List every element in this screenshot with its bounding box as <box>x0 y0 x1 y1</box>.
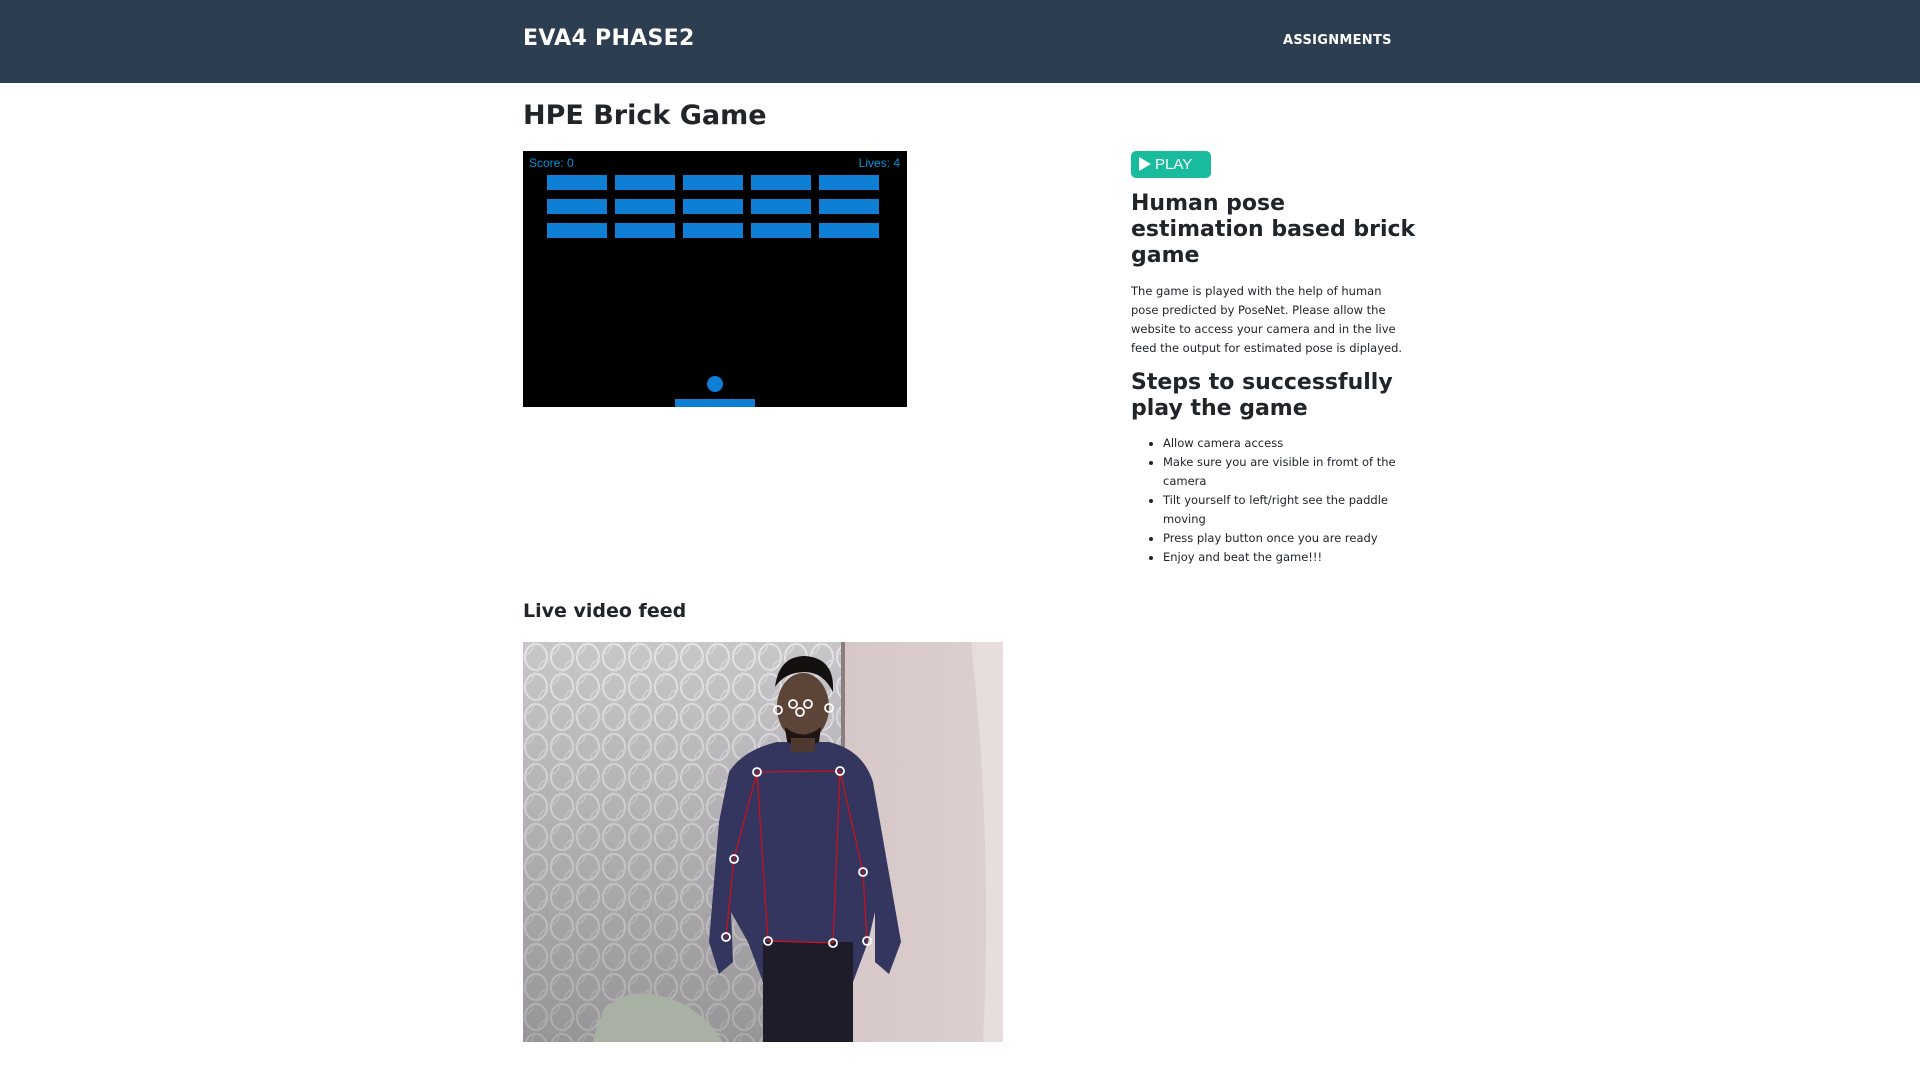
game-brick <box>615 175 675 190</box>
game-brick <box>683 175 743 190</box>
game-brick <box>547 223 607 238</box>
list-item: Press play button once you are ready <box>1163 529 1433 548</box>
steps-list: Allow camera access Make sure you are vi… <box>1131 434 1433 567</box>
play-button-label: PLAY <box>1155 156 1193 173</box>
list-item: Tilt yourself to left/right see the padd… <box>1163 491 1433 529</box>
live-video-feed <box>523 642 1003 1042</box>
game-canvas[interactable]: Score: 0 Lives: 4 <box>523 151 907 407</box>
brand-link[interactable]: EVA4 PHASE2 <box>523 26 695 51</box>
list-item: Enjoy and beat the game!!! <box>1163 548 1433 567</box>
nav-link-assignments[interactable]: ASSIGNMENTS <box>1283 33 1392 48</box>
game-brick <box>683 199 743 214</box>
game-brick <box>615 223 675 238</box>
game-brick <box>819 199 879 214</box>
score-display: Score: 0 <box>529 156 574 170</box>
list-item: Make sure you are visible in fromt of th… <box>1163 453 1433 491</box>
game-brick <box>683 223 743 238</box>
game-ball <box>707 376 723 392</box>
steps-title: Steps to successfully play the game <box>1131 370 1393 421</box>
list-item: Allow camera access <box>1163 434 1433 453</box>
navbar: EVA4 PHASE2 ASSIGNMENTS <box>0 0 1920 83</box>
intro-description: The game is played with the help of huma… <box>1131 284 1403 355</box>
play-button[interactable]: PLAY <box>1131 151 1211 178</box>
game-brick <box>819 223 879 238</box>
lives-display: Lives: 4 <box>858 156 900 170</box>
intro-title: Human pose estimation based brick game <box>1131 191 1416 268</box>
game-brick <box>547 199 607 214</box>
video-title: Live video feed <box>523 600 687 622</box>
game-brick <box>751 199 811 214</box>
game-brick <box>547 175 607 190</box>
game-brick <box>819 175 879 190</box>
play-icon <box>1139 157 1151 171</box>
page-title: HPE Brick Game <box>523 100 767 131</box>
game-brick <box>751 175 811 190</box>
video-frame <box>523 642 1003 1042</box>
game-brick <box>615 199 675 214</box>
game-paddle <box>675 399 755 407</box>
game-brick <box>751 223 811 238</box>
